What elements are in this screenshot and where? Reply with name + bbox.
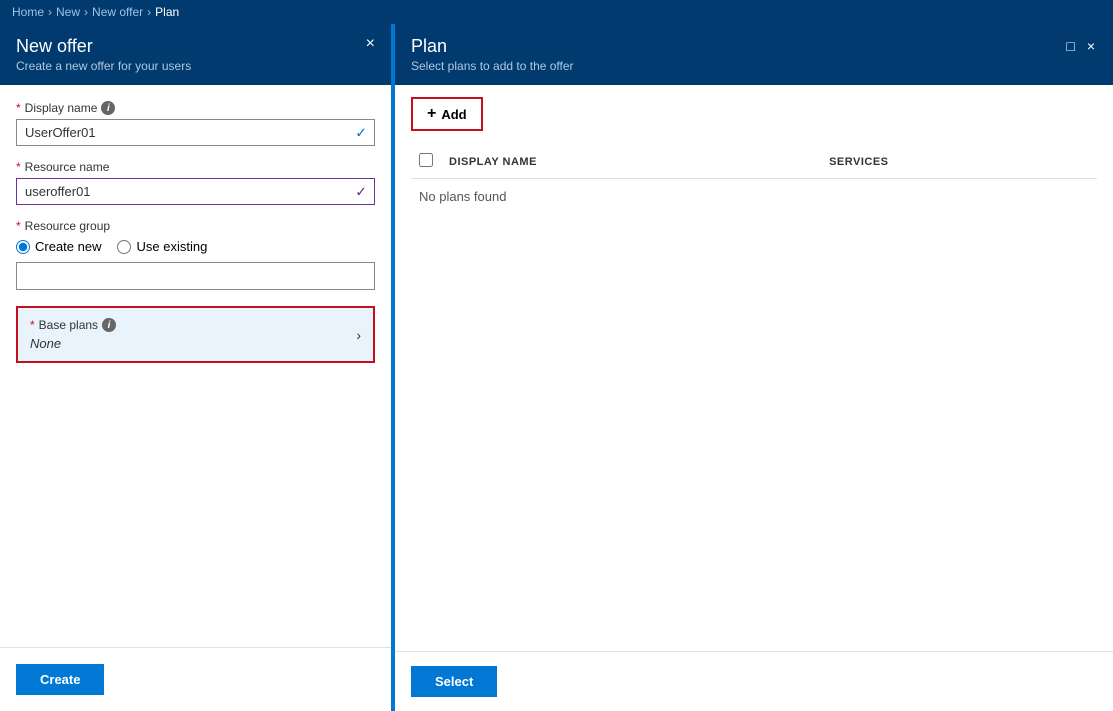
right-panel: Plan Select plans to add to the offer □ … [395, 24, 1113, 711]
display-name-input[interactable] [16, 119, 375, 146]
breadcrumb-sep-3: › [147, 5, 151, 19]
resource-group-label: * Resource group [16, 219, 375, 233]
right-panel-body: + Add DISPLAY NAME SERVICES No pl [395, 85, 1113, 651]
right-panel-title-block: Plan Select plans to add to the offer [411, 36, 574, 73]
add-plus-icon: + [427, 105, 436, 123]
create-new-radio-option[interactable]: Create new [16, 239, 101, 254]
left-panel: New offer Create a new offer for your us… [0, 24, 395, 711]
create-button[interactable]: Create [16, 664, 104, 695]
breadcrumb-bar: Home › New › New offer › Plan [0, 0, 1113, 24]
resource-name-group: * Resource name ✓ [16, 160, 375, 205]
resource-name-input[interactable] [16, 178, 375, 205]
display-name-info-icon[interactable]: i [101, 101, 115, 115]
resource-name-label: * Resource name [16, 160, 375, 174]
right-panel-restore-button[interactable]: □ [1064, 36, 1076, 56]
use-existing-radio[interactable] [117, 240, 131, 254]
left-panel-title-block: New offer Create a new offer for your us… [16, 36, 191, 73]
use-existing-label: Use existing [136, 239, 207, 254]
right-panel-footer: Select [395, 651, 1113, 711]
add-button-label: Add [441, 107, 466, 122]
base-plans-value: None [30, 336, 116, 351]
display-name-label-text: Display name [25, 101, 98, 115]
left-panel-footer: Create [0, 647, 391, 711]
right-panel-subtitle: Select plans to add to the offer [411, 59, 574, 73]
plans-table-header: DISPLAY NAME SERVICES [411, 145, 1097, 179]
breadcrumb-plan: Plan [155, 5, 179, 19]
resource-group-required: * [16, 219, 21, 233]
resource-group-input[interactable] [16, 262, 375, 290]
base-plans-label-text: Base plans [39, 318, 98, 332]
use-existing-radio-option[interactable]: Use existing [117, 239, 207, 254]
plans-table-select-all-checkbox[interactable] [419, 153, 433, 167]
resource-name-required: * [16, 160, 21, 174]
plans-no-data-row: No plans found [411, 179, 1097, 215]
base-plans-label: * Base plans i [30, 318, 116, 332]
plans-table-body: No plans found [411, 179, 1097, 215]
select-button[interactable]: Select [411, 666, 497, 697]
left-panel-subtitle: Create a new offer for your users [16, 59, 191, 73]
breadcrumb-sep-1: › [48, 5, 52, 19]
base-plans-section[interactable]: * Base plans i None › [16, 306, 375, 363]
plans-table-services-header: SERVICES [821, 145, 1097, 179]
resource-name-label-text: Resource name [25, 160, 110, 174]
resource-name-check-icon: ✓ [355, 183, 367, 200]
base-plans-required: * [30, 318, 35, 332]
plans-table-checkbox-col [411, 145, 441, 179]
base-plans-left: * Base plans i None [30, 318, 116, 351]
resource-group-label-text: Resource group [25, 219, 110, 233]
right-panel-title: Plan [411, 36, 574, 57]
breadcrumb-sep-2: › [84, 5, 88, 19]
right-panel-close-button[interactable]: × [1085, 36, 1097, 56]
left-panel-body: * Display name i ✓ * Resource name ✓ [0, 85, 391, 647]
base-plans-info-icon[interactable]: i [102, 318, 116, 332]
display-name-check-icon: ✓ [355, 124, 367, 141]
breadcrumb-new[interactable]: New [56, 5, 80, 19]
resource-name-input-wrapper: ✓ [16, 178, 375, 205]
left-panel-header: New offer Create a new offer for your us… [0, 24, 391, 85]
plans-table-display-name-header: DISPLAY NAME [441, 145, 821, 179]
display-name-required: * [16, 101, 21, 115]
create-new-radio[interactable] [16, 240, 30, 254]
plans-no-data-message: No plans found [411, 179, 1097, 215]
add-plan-button[interactable]: + Add [411, 97, 483, 131]
resource-group-group: * Resource group Create new Use existing [16, 219, 375, 290]
right-panel-header: Plan Select plans to add to the offer □ … [395, 24, 1113, 85]
plans-table: DISPLAY NAME SERVICES No plans found [411, 145, 1097, 214]
left-panel-close-button[interactable]: × [366, 36, 375, 52]
display-name-label: * Display name i [16, 101, 375, 115]
plans-table-header-row: DISPLAY NAME SERVICES [411, 145, 1097, 179]
display-name-group: * Display name i ✓ [16, 101, 375, 146]
breadcrumb-home[interactable]: Home [12, 5, 44, 19]
resource-group-radio-group: Create new Use existing [16, 239, 375, 254]
right-panel-controls: □ × [1064, 36, 1097, 56]
base-plans-chevron-icon: › [356, 327, 361, 343]
breadcrumb-new-offer[interactable]: New offer [92, 5, 143, 19]
create-new-label: Create new [35, 239, 101, 254]
display-name-input-wrapper: ✓ [16, 119, 375, 146]
left-panel-title: New offer [16, 36, 191, 57]
